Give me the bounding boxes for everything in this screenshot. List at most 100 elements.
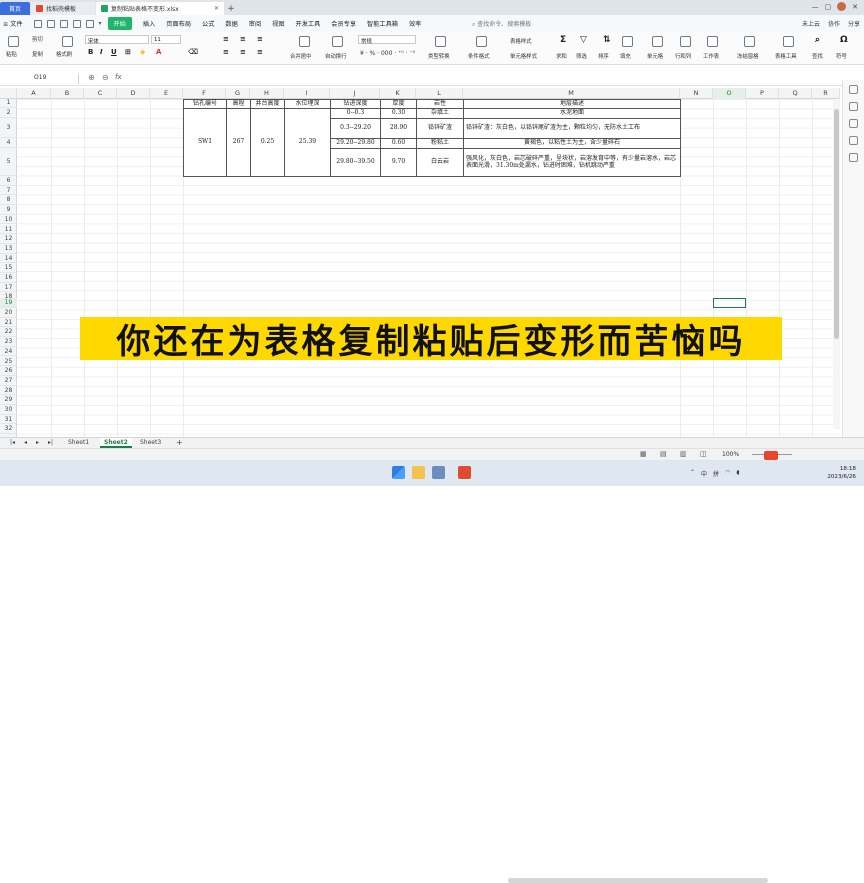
lithology-cell[interactable]: 白云岩 bbox=[416, 148, 464, 177]
ime-mode[interactable]: 拼 bbox=[713, 469, 719, 478]
col-header[interactable]: Q bbox=[779, 88, 812, 99]
row-header[interactable]: 24 bbox=[0, 347, 17, 357]
freeze-button[interactable]: 冻结窗格 bbox=[737, 52, 759, 60]
row-header[interactable]: 4 bbox=[0, 138, 17, 148]
horizontal-scrollbar[interactable] bbox=[508, 878, 768, 883]
description-cell[interactable]: 水泥地面 bbox=[463, 108, 681, 119]
row-header[interactable]: 23 bbox=[0, 337, 17, 347]
row-header[interactable]: 20 bbox=[0, 308, 17, 318]
file-explorer-icon[interactable] bbox=[412, 466, 425, 479]
align-center-icon[interactable]: ≡ bbox=[240, 48, 246, 56]
command-search[interactable]: ⌕ 查找命令、搜索模板 bbox=[472, 19, 531, 29]
font-name-select[interactable]: 宋体 bbox=[85, 35, 149, 45]
sum-button[interactable]: 求和 bbox=[556, 52, 567, 60]
preview-icon[interactable] bbox=[59, 19, 68, 28]
fill-icon[interactable] bbox=[622, 36, 633, 47]
align-middle-icon[interactable]: ≡ bbox=[240, 35, 246, 43]
last-sheet-icon[interactable]: ▸| bbox=[44, 438, 57, 448]
cell-style-button[interactable]: 单元格样式 bbox=[510, 52, 537, 60]
fill-button[interactable]: 填充 bbox=[620, 52, 631, 60]
depth-cell[interactable]: 0.3--29.20 bbox=[330, 118, 381, 139]
font-size-select[interactable]: 11 bbox=[151, 35, 181, 44]
row-header[interactable]: 15 bbox=[0, 263, 17, 273]
sheet-tab-3[interactable]: Sheet3 bbox=[136, 438, 165, 448]
symbol-icon[interactable]: Ω bbox=[840, 35, 848, 45]
tab-template[interactable]: 找稻壳模板 bbox=[31, 2, 95, 15]
settings-icon[interactable] bbox=[849, 85, 858, 94]
align-right-icon[interactable]: ≡ bbox=[257, 48, 263, 56]
row-header[interactable]: 16 bbox=[0, 273, 17, 283]
format-painter-icon[interactable] bbox=[8, 36, 19, 47]
menu-review[interactable]: 审阅 bbox=[249, 19, 261, 28]
style-icon[interactable] bbox=[849, 102, 858, 111]
thickness-cell[interactable]: 9.70 bbox=[380, 148, 417, 177]
menu-page-layout[interactable]: 页面布局 bbox=[166, 19, 191, 28]
undo-icon[interactable] bbox=[72, 19, 81, 28]
clear-icon[interactable]: ⌫ bbox=[188, 48, 198, 56]
align-bottom-icon[interactable]: ≡ bbox=[257, 35, 263, 43]
wps-assistant-icon[interactable] bbox=[764, 451, 778, 460]
zoom-icon[interactable]: ⊕ bbox=[88, 73, 95, 82]
cell-button[interactable]: 单元格 bbox=[647, 52, 663, 60]
row-header[interactable]: 11 bbox=[0, 225, 17, 235]
cut-button[interactable]: 剪切 bbox=[32, 35, 43, 43]
tab-home[interactable]: 首页 bbox=[0, 2, 30, 15]
col-header[interactable]: M bbox=[463, 88, 680, 99]
header-cell[interactable]: 水位埋深 bbox=[284, 99, 331, 109]
convert-button[interactable]: 类型转换 bbox=[428, 52, 450, 60]
row-header[interactable]: 21 bbox=[0, 318, 17, 328]
lithology-cell[interactable]: 杂填土 bbox=[416, 108, 464, 119]
col-header[interactable]: J bbox=[330, 88, 380, 99]
search-icon[interactable]: ⌕ bbox=[815, 35, 820, 45]
italic-button[interactable]: I bbox=[100, 48, 103, 56]
convert-icon[interactable] bbox=[435, 36, 446, 47]
windows-start-icon[interactable] bbox=[392, 466, 405, 479]
sort-button[interactable]: 排序 bbox=[598, 52, 609, 60]
select-icon[interactable] bbox=[849, 119, 858, 128]
scroll-thumb[interactable] bbox=[834, 109, 839, 339]
symbol-button[interactable]: 符号 bbox=[836, 52, 847, 60]
row-header[interactable]: 9 bbox=[0, 205, 17, 215]
underline-button[interactable]: U bbox=[111, 48, 117, 56]
save-icon[interactable] bbox=[33, 19, 42, 28]
header-cell[interactable]: 厚度 bbox=[380, 99, 417, 109]
avatar[interactable] bbox=[837, 2, 847, 11]
row-header[interactable]: 7 bbox=[0, 186, 17, 196]
col-header[interactable]: D bbox=[117, 88, 150, 99]
cancel-icon[interactable]: ⊖ bbox=[102, 73, 109, 82]
worksheet-button[interactable]: 工作表 bbox=[703, 52, 719, 60]
header-cell[interactable]: 钻孔编号 bbox=[183, 99, 227, 109]
freeze-icon[interactable] bbox=[744, 36, 755, 47]
menu-member[interactable]: 会员专享 bbox=[331, 19, 356, 28]
chevron-down-icon[interactable]: ▾ bbox=[99, 20, 102, 27]
store-icon[interactable] bbox=[432, 466, 445, 479]
collab-button[interactable]: 协作 bbox=[828, 19, 840, 28]
header-cell[interactable]: 地层描述 bbox=[463, 99, 681, 109]
row-header[interactable]: 17 bbox=[0, 283, 17, 293]
backup-icon[interactable] bbox=[849, 136, 858, 145]
col-header[interactable]: F bbox=[183, 88, 226, 99]
zoom-level[interactable]: 100% bbox=[722, 451, 739, 458]
row-header[interactable]: 31 bbox=[0, 415, 17, 425]
menu-efficiency[interactable]: 效率 bbox=[409, 19, 421, 28]
table-tools-button[interactable]: 表格工具 bbox=[775, 52, 797, 60]
chevron-up-icon[interactable]: ⌃ bbox=[690, 469, 695, 478]
wrap-icon[interactable] bbox=[332, 36, 343, 47]
menu-formula[interactable]: 公式 bbox=[202, 19, 214, 28]
borders-icon[interactable]: ⊞ bbox=[125, 48, 131, 56]
new-tab-button[interactable]: + bbox=[225, 2, 237, 15]
col-header[interactable]: E bbox=[150, 88, 183, 99]
tab-active-file[interactable]: 复制粘贴表格不变形.xlsx ✕ bbox=[96, 2, 224, 15]
bold-button[interactable]: B bbox=[88, 48, 93, 56]
font-color-icon[interactable]: A bbox=[156, 48, 161, 56]
row-header[interactable]: 6 bbox=[0, 176, 17, 186]
menu-start[interactable]: 开始 bbox=[107, 17, 132, 30]
number-format-icons[interactable]: ¥ · % · 000 · ⁺⁰ · ⁻⁰ bbox=[360, 50, 415, 57]
menu-insert[interactable]: 插入 bbox=[143, 19, 155, 28]
row-header[interactable]: 8 bbox=[0, 195, 17, 206]
description-cell[interactable]: 黄褐色，以粘性土为主，含少量碎石 bbox=[463, 138, 681, 149]
wifi-icon[interactable]: ◠ bbox=[725, 469, 730, 478]
col-header[interactable]: I bbox=[284, 88, 330, 99]
lithology-cell[interactable]: 铅锌矿渣 bbox=[416, 118, 464, 139]
description-cell[interactable]: 强风化，灰白色，岩芯破碎严重，呈块状，岩溶发育中等，有少量岩溶水，岩芯表面光滑，… bbox=[463, 148, 681, 177]
